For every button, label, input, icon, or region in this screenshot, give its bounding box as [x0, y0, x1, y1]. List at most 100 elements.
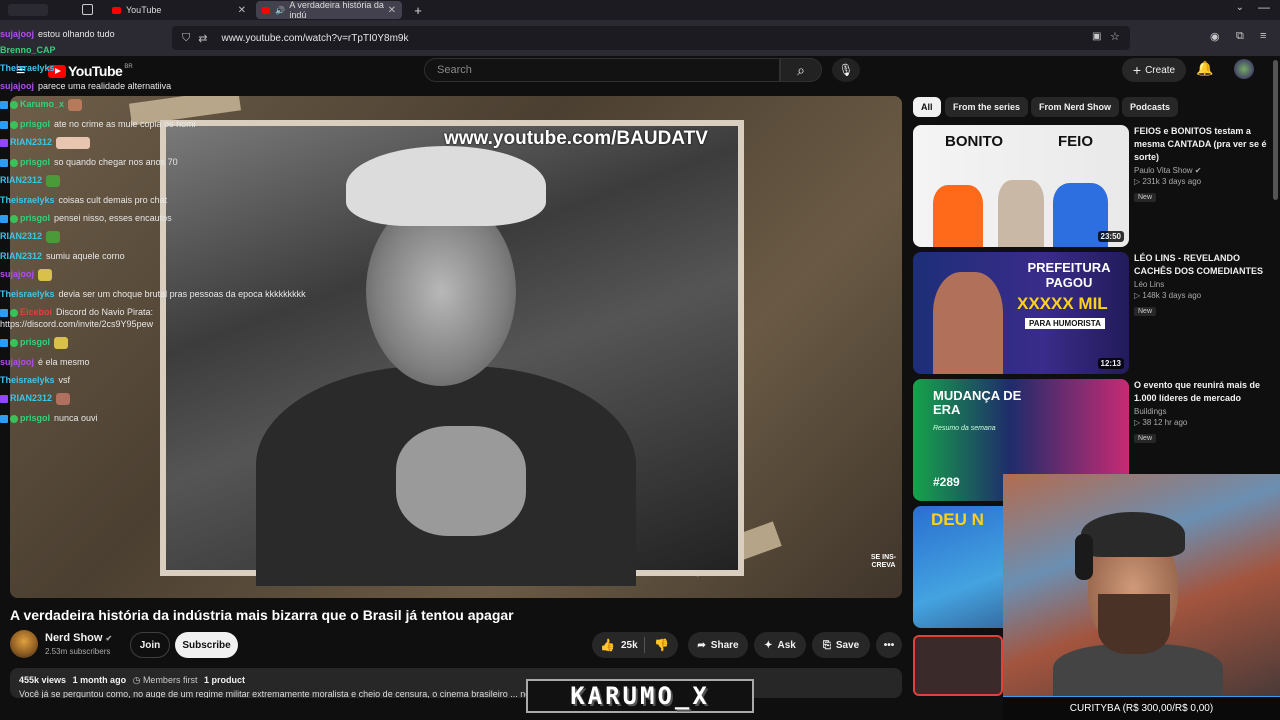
bookmark-star-icon[interactable]: ☆ — [1110, 30, 1120, 43]
chat-username[interactable]: prisgol — [20, 337, 50, 347]
dislike-icon[interactable]: 👎 — [654, 638, 669, 652]
chat-username[interactable]: Karumo_x — [20, 99, 64, 109]
chat-message: RIAN2312 — [0, 392, 71, 405]
picture-in-picture-icon[interactable]: ▣ — [1092, 31, 1101, 42]
chat-username[interactable]: sujajooj — [0, 29, 34, 39]
channel-name[interactable]: Léo Lins — [1134, 280, 1276, 289]
browser-tab-youtube[interactable]: YouTube ✕ — [106, 0, 252, 20]
video-title[interactable]: FEIOS e BONITOS testam a mesma CANTADA (… — [1134, 125, 1276, 164]
join-button[interactable]: Join — [130, 632, 170, 658]
chat-username[interactable]: Theisraelyks — [0, 195, 55, 205]
chat-username[interactable]: Theisraelyks — [0, 63, 55, 73]
video-thumbnail[interactable]: BONITO FEIO 23:50 — [913, 125, 1129, 247]
notifications-bell-icon[interactable]: 🔔 — [1196, 60, 1213, 77]
new-tab-button[interactable]: + — [410, 0, 426, 20]
filter-chip-all[interactable]: All — [913, 97, 941, 117]
recommended-video[interactable]: PREFEITURA PAGOU XXXXX MIL PARA HUMORIST… — [913, 252, 1273, 374]
filter-chip-from-channel[interactable]: From Nerd Show — [1031, 97, 1120, 117]
account-icon[interactable]: ◉ — [1210, 30, 1220, 43]
verified-check-icon: ✔ — [105, 634, 113, 643]
product-count[interactable]: 1 product — [204, 675, 245, 685]
permissions-icon[interactable]: ⇄ — [198, 32, 207, 45]
shield-icon[interactable]: ⛉ — [182, 32, 190, 45]
close-tab-icon[interactable]: ✕ — [388, 5, 396, 16]
chat-username[interactable]: prisgol — [20, 157, 50, 167]
chat-username[interactable]: prisgol — [20, 119, 50, 129]
video-player[interactable]: www.youtube.com/BAUDATV SE INS- CREVA — [10, 96, 902, 598]
ask-button[interactable]: ✦ Ask — [754, 632, 806, 658]
chat-message: Theisraelyks devia ser um choque brutal p… — [0, 288, 306, 300]
like-count[interactable]: 25k — [621, 640, 638, 651]
voice-search-button[interactable]: 🎙 — [832, 58, 860, 82]
video-description[interactable]: 455k views 1 month ago ◷ Members first 1… — [10, 668, 902, 699]
sparkle-icon: ✦ — [764, 639, 773, 651]
chat-username[interactable]: RIAN2312 — [0, 231, 42, 241]
chat-username[interactable]: sujajooj — [0, 357, 34, 367]
url-text[interactable]: www.youtube.com/watch?v=rTpTI0Y8m9k — [221, 33, 408, 44]
share-button[interactable]: ➦ Share — [688, 632, 748, 658]
chat-message: RIAN2312 — [0, 174, 61, 187]
close-tab-icon[interactable]: ✕ — [238, 5, 246, 16]
chat-username[interactable]: RIAN2312 — [0, 175, 42, 185]
window-minimize-icon[interactable]: — — [1258, 0, 1270, 14]
chat-username[interactable]: sujajooj — [0, 81, 34, 91]
chat-username[interactable]: RIAN2312 — [10, 137, 52, 147]
video-title[interactable]: O evento que reunirá mais de 1.000 líder… — [1134, 379, 1276, 405]
channel-name-text[interactable]: Paulo Vita Show — [1134, 166, 1193, 175]
youtube-logo[interactable]: YouTube BR — [48, 63, 133, 79]
more-dots-icon: ••• — [883, 639, 895, 651]
chat-emote-icon — [56, 136, 91, 149]
menu-icon[interactable]: ≡ — [1260, 30, 1266, 42]
chat-message: prisgol nunca ouvi — [0, 412, 98, 424]
video-meta: ▷ 148k 3 days ago — [1134, 291, 1276, 300]
chat-username[interactable]: RIAN2312 — [10, 393, 52, 403]
recommended-video[interactable]: BONITO FEIO 23:50 FEIOS e BONITOS testam… — [913, 125, 1273, 247]
search-input[interactable]: Search — [424, 58, 780, 82]
video-thumbnail[interactable] — [913, 635, 1003, 696]
channel-name[interactable]: Paulo Vita Show ✔ — [1134, 166, 1276, 175]
sidebar-toggle-button[interactable] — [8, 4, 48, 16]
channel-name-text[interactable]: Nerd Show — [45, 632, 102, 644]
chat-text: estou olhando tudo — [38, 29, 115, 39]
user-avatar[interactable] — [1234, 59, 1254, 79]
youtube-favicon-icon — [262, 6, 271, 14]
chat-username[interactable]: Theisraelyks — [0, 289, 55, 299]
create-button[interactable]: + Create — [1122, 58, 1186, 82]
chat-username[interactable]: RIAN2312 — [0, 251, 42, 261]
chat-text: parece uma realidade alternatiiva — [38, 81, 172, 91]
like-icon[interactable]: 👍 — [600, 638, 615, 652]
chat-emote-icon — [68, 98, 83, 111]
chat-username[interactable]: prisgol — [20, 413, 50, 423]
channel-name[interactable]: Nerd Show ✔ — [45, 632, 112, 644]
address-bar[interactable]: ⛉ ⇄ www.youtube.com/watch?v=rTpTI0Y8m9k — [172, 26, 1130, 50]
browser-tab-active-video[interactable]: 🔊 A verdadeira história da indú ✕ — [256, 0, 402, 20]
extensions-icon[interactable]: ⧉ — [1236, 30, 1244, 43]
subscribe-button[interactable]: Subscribe — [175, 632, 238, 658]
speaker-icon[interactable]: 🔊 — [275, 6, 285, 15]
save-button[interactable]: ⎘ Save — [812, 632, 870, 658]
chat-username[interactable]: Brenno_CAP — [0, 45, 56, 55]
tab-list-icon[interactable] — [82, 4, 93, 15]
video-thumbnail[interactable]: PREFEITURA PAGOU XXXXX MIL PARA HUMORIST… — [913, 252, 1129, 374]
chat-username[interactable]: prisgol — [20, 213, 50, 223]
photo-figure-hat — [346, 146, 546, 226]
channel-name[interactable]: Buildings — [1134, 407, 1276, 416]
filter-chip-from-series[interactable]: From the series — [945, 97, 1029, 117]
video-duration: 12:13 — [1097, 358, 1124, 369]
tab-title: A verdadeira história da indú — [289, 0, 384, 20]
more-actions-button[interactable]: ••• — [876, 632, 902, 658]
chat-username[interactable]: Theisraelyks — [0, 375, 55, 385]
filter-chip-podcasts[interactable]: Podcasts — [1122, 97, 1179, 117]
chat-message: Brenno_CAP — [0, 44, 56, 56]
chat-message: sujajooj — [0, 268, 53, 281]
tab-overflow-chevron-icon[interactable]: ⌄ — [1236, 2, 1244, 13]
chat-message: RIAN2312 sumiu aquele corno — [0, 250, 125, 262]
chat-username[interactable]: Eiceboi — [20, 307, 52, 317]
streamer-nameplate: KARUMO_X — [526, 679, 754, 713]
chat-username[interactable]: sujajooj — [0, 269, 34, 279]
chat-badge-icon — [10, 158, 18, 167]
channel-avatar[interactable] — [10, 630, 38, 658]
search-button[interactable]: ⌕ — [780, 58, 822, 82]
page-scrollbar[interactable] — [1273, 60, 1278, 200]
video-title[interactable]: LÉO LINS - REVELANDO CACHÊS DOS COMEDIAN… — [1134, 252, 1276, 278]
